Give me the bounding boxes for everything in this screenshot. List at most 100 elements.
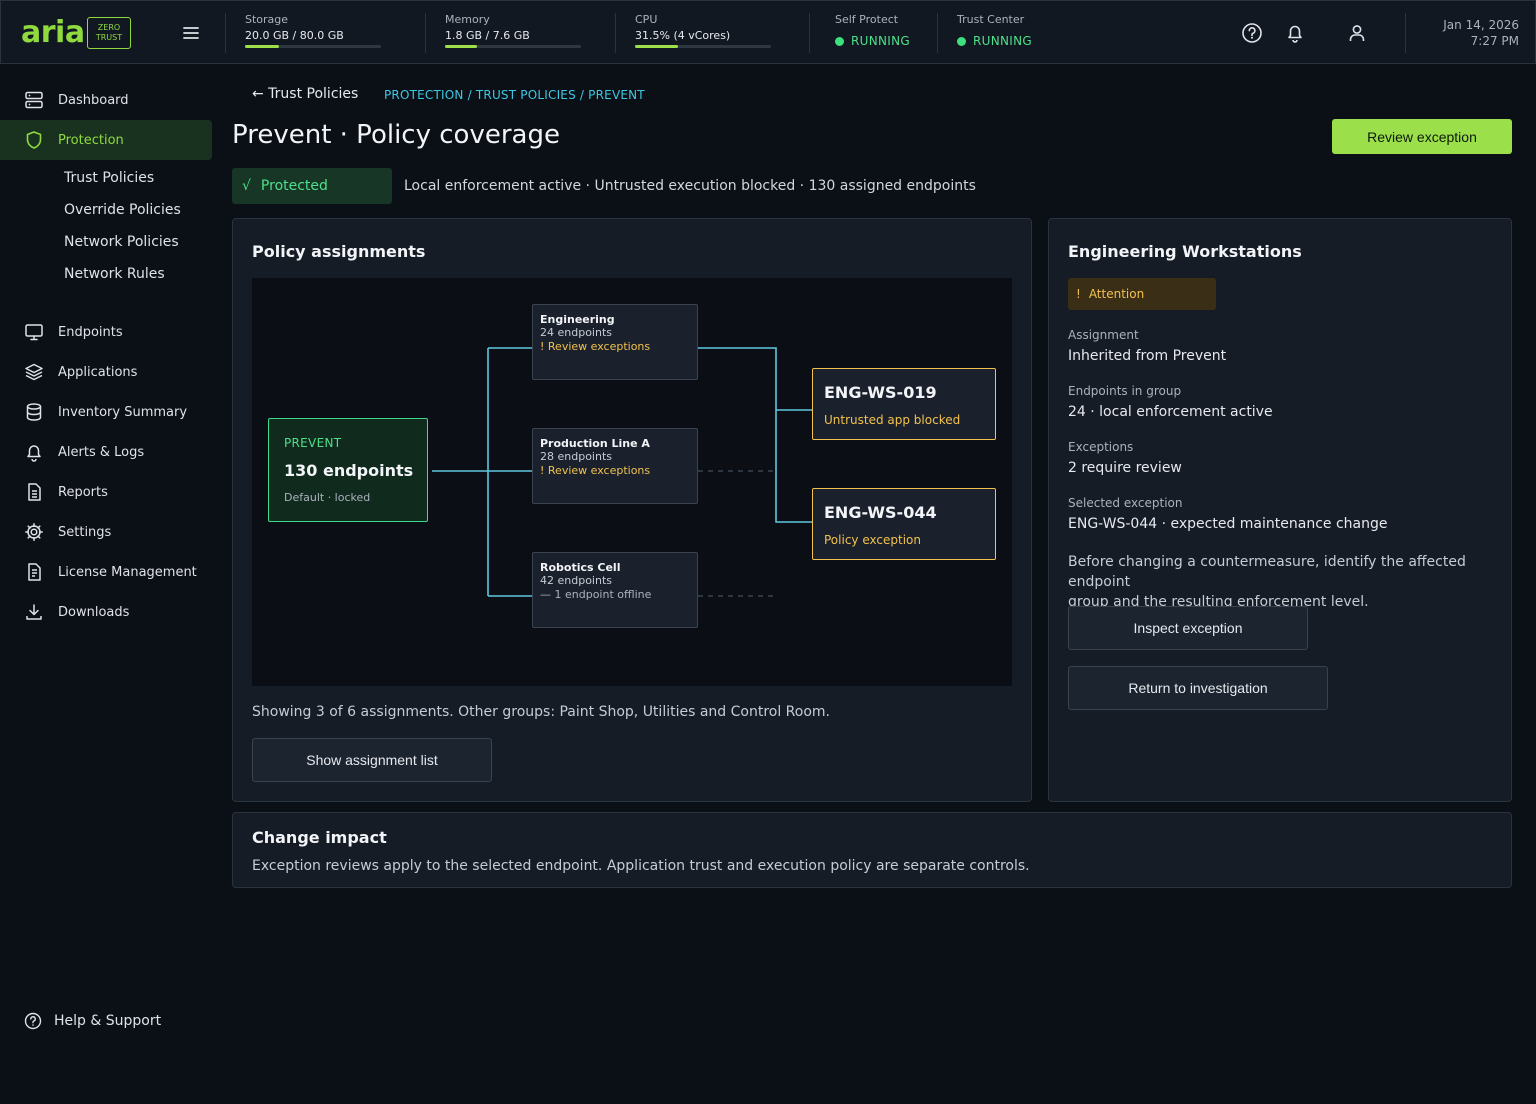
sidebar-item-alerts-logs[interactable]: Alerts & Logs [0,432,212,472]
divider [809,13,810,53]
change-impact-text: Exception reviews apply to the selected … [252,858,1030,874]
sidebar-item-inventory-summary[interactable]: Inventory Summary [0,392,212,432]
brand-logo[interactable]: aria [21,15,85,50]
sidebar-item-label: Downloads [58,604,130,620]
usage-bar-fill [245,45,279,48]
metric-label: CPU [635,13,658,26]
sidebar: Dashboard Protection Trust Policies Over… [0,64,212,1104]
top-bar: aria ZERO TRUST Storage 20.0 GB / 80.0 G… [0,0,1536,64]
sidebar-item-applications[interactable]: Applications [0,352,212,392]
panel-title: Policy assignments [252,242,426,261]
endpoint-note: Policy exception [824,533,921,547]
current-time: 7:27 PM [1470,34,1519,48]
warning-icon: ! [1076,287,1081,301]
attention-label: Attention [1088,287,1145,301]
sidebar-item-label: Alerts & Logs [58,444,145,460]
divider [937,13,938,53]
endpoint-note: Untrusted app blocked [824,413,961,427]
sidebar-item-reports[interactable]: Reports [0,472,212,512]
sidebar-item-label: Dashboard [58,92,129,108]
cpu-metric: CPU 31.5% (4 vCores) [635,13,771,48]
change-impact-panel [232,812,1512,888]
sidebar-item-label: Endpoints [58,324,123,340]
sidebar-item-label: Reports [58,484,108,500]
field-value: 2 require review [1068,460,1182,476]
policy-endpoint-count: 130 endpoints [284,461,414,480]
show-assignment-list-button[interactable]: Show assignment list [252,738,492,782]
badge-line: TRUST [95,33,123,42]
license-icon [28,563,41,581]
breadcrumb[interactable]: PROTECTION / TRUST POLICIES / PREVENT [384,88,645,102]
review-exception-button[interactable]: Review exception [1332,119,1512,154]
return-to-investigation-button[interactable]: Return to investigation [1068,666,1328,710]
help-circle-icon [24,1012,42,1030]
shield-icon [26,131,42,149]
sidebar-item-label: Settings [58,524,112,540]
sidebar-item-license-management[interactable]: License Management [0,552,212,592]
group-node-engineering[interactable]: Engineering 24 endpoints ! Review except… [532,304,698,380]
sidebar-subitem-trust-policies[interactable]: Trust Policies [64,170,154,186]
storage-metric: Storage 20.0 GB / 80.0 GB [245,13,381,48]
metric-label: Storage [245,13,289,26]
service-status: RUNNING [851,34,910,48]
trust-center-status: Trust Center RUNNING [957,13,1032,48]
group-count: 28 endpoints [540,450,612,463]
running-dot-icon [957,36,966,46]
sidebar-subitem-override-policies[interactable]: Override Policies [64,202,181,218]
endpoint-id: ENG-WS-044 [824,503,937,522]
field-label: Exceptions [1068,440,1134,454]
group-node-robotics-cell[interactable]: Robotics Cell 42 endpoints — 1 endpoint … [532,552,698,628]
inspect-exception-button[interactable]: Inspect exception [1068,606,1308,650]
help-icon[interactable] [1241,22,1263,44]
metric-value: 20.0 GB / 80.0 GB [245,29,344,42]
divider [225,13,226,53]
field-value: 24 · local enforcement active [1068,404,1273,420]
sidebar-item-label: Applications [58,364,138,380]
field-value: ENG-WS-044 · expected maintenance change [1068,516,1388,532]
zero-trust-badge: ZERO TRUST [87,17,131,49]
date-time: Jan 14, 2026 7:27 PM [1443,17,1519,49]
user-account-icon[interactable] [1346,22,1368,44]
metric-label: Memory [445,13,490,26]
sidebar-item-protection[interactable]: Protection [0,120,212,160]
policy-note: Default · locked [284,491,371,504]
sidebar-item-downloads[interactable]: Downloads [0,592,212,632]
sidebar-item-settings[interactable]: Settings [0,512,212,552]
endpoint-id: ENG-WS-019 [824,383,937,402]
panel-title: Engineering Workstations [1068,242,1302,261]
policy-label: PREVENT [284,436,342,450]
sidebar-subitem-network-policies[interactable]: Network Policies [64,234,179,250]
back-to-trust-policies-link[interactable]: ← Trust Policies [252,86,358,102]
group-node-production-line-a[interactable]: Production Line A 28 endpoints ! Review … [532,428,698,504]
running-dot-icon [835,36,844,46]
monitor-icon [25,324,43,341]
hamburger-menu-icon[interactable] [179,21,203,45]
guidance-text: Before changing a countermeasure, identi… [1068,552,1498,612]
prevent-policy-node[interactable]: PREVENT 130 endpoints Default · locked [268,418,428,522]
check-icon: √ [242,178,251,194]
group-count: 24 endpoints [540,326,612,339]
group-count: 42 endpoints [540,574,612,587]
field-value: Inherited from Prevent [1068,348,1227,364]
group-offline-note: — 1 endpoint offline [540,588,652,601]
help-label: Help & Support [54,1013,162,1029]
service-label: Self Protect [835,13,899,26]
help-support-link[interactable]: Help & Support [24,1012,161,1030]
notifications-bell-icon[interactable] [1284,22,1306,44]
sidebar-item-label: Inventory Summary [58,404,188,420]
cpu-usage-bar [635,45,771,48]
metric-value: 1.8 GB / 7.6 GB [445,29,530,42]
sidebar-item-endpoints[interactable]: Endpoints [0,312,212,352]
group-warning: ! Review exceptions [540,340,651,353]
group-name: Robotics Cell [540,561,621,574]
server-icon [25,91,43,109]
sidebar-item-label: Protection [58,132,124,148]
memory-usage-bar [445,45,581,48]
sidebar-subitem-network-rules[interactable]: Network Rules [64,266,165,282]
endpoint-node-eng-ws-044[interactable]: ENG-WS-044 Policy exception [812,488,996,560]
field-label: Selected exception [1068,496,1183,510]
group-name: Engineering [540,313,615,326]
sidebar-item-dashboard[interactable]: Dashboard [0,80,212,120]
endpoint-node-eng-ws-019[interactable]: ENG-WS-019 Untrusted app blocked [812,368,996,440]
download-icon [26,604,42,620]
